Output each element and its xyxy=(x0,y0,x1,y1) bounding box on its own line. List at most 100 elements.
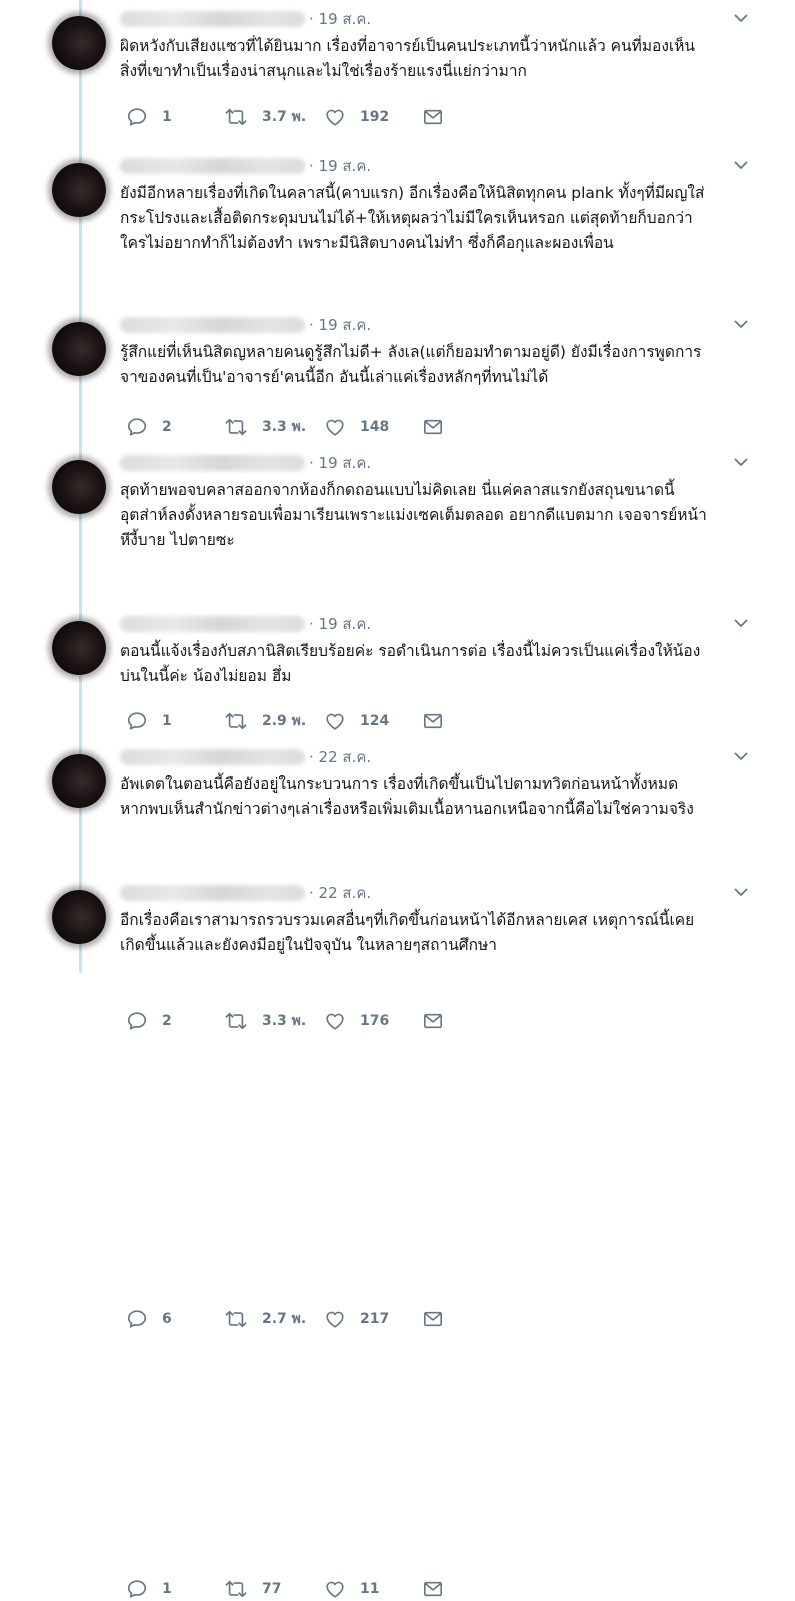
avatar[interactable] xyxy=(52,754,106,808)
like-button[interactable]: 124 xyxy=(324,710,422,732)
reply-button[interactable]: 2 xyxy=(126,1010,224,1032)
tweet-text-line: ยังมีอีกหลายเรื่องที่เกิดในคลาสนี้(คาบแร… xyxy=(120,184,705,202)
blurred-username[interactable] xyxy=(120,158,305,174)
tweet-actions: 1 2.9 พ. 124 xyxy=(126,709,444,733)
direct-message-icon xyxy=(422,1011,444,1031)
reply-count: 6 xyxy=(162,1311,172,1327)
retweet-icon xyxy=(224,106,248,128)
like-count: 192 xyxy=(360,109,390,125)
tweet-date[interactable]: · 19 ส.ค. xyxy=(309,313,371,337)
avatar[interactable] xyxy=(52,16,106,70)
avatar[interactable] xyxy=(52,322,106,376)
tweet-actions: 6 2.7 พ. 217 xyxy=(126,1307,444,1331)
avatar[interactable] xyxy=(52,163,106,217)
like-button[interactable]: 11 xyxy=(324,1578,422,1600)
chevron-down-icon[interactable] xyxy=(733,157,749,173)
heart-icon xyxy=(324,1010,346,1032)
heart-icon xyxy=(324,106,346,128)
blurred-username[interactable] xyxy=(120,455,305,471)
tweet-text-line: หีงี้บาย ไปตายซะ xyxy=(120,531,235,549)
like-button[interactable]: 192 xyxy=(324,106,422,128)
chevron-down-icon[interactable] xyxy=(733,10,749,26)
retweet-count: 77 xyxy=(262,1581,282,1597)
blurred-username[interactable] xyxy=(120,885,305,901)
chevron-down-icon[interactable] xyxy=(733,454,749,470)
reply-button[interactable]: 1 xyxy=(126,1578,224,1600)
reply-button[interactable]: 1 xyxy=(126,710,224,732)
tweet-date[interactable]: · 22 ส.ค. xyxy=(309,745,371,769)
blurred-username[interactable] xyxy=(120,317,305,333)
reply-button[interactable]: 2 xyxy=(126,416,224,438)
direct-message-icon xyxy=(422,711,444,731)
chevron-down-icon[interactable] xyxy=(733,316,749,332)
tweet-text-line: รู้สึกแย่ที่เห็นนิสิตญหลายคนดูรู้สึกไม่ด… xyxy=(120,343,702,361)
blurred-username[interactable] xyxy=(120,616,305,632)
chevron-down-icon[interactable] xyxy=(733,748,749,764)
avatar[interactable] xyxy=(52,460,106,514)
reply-count: 1 xyxy=(162,1581,172,1597)
retweet-icon xyxy=(224,1010,248,1032)
tweet-text-line: อัพเดตในตอนนี้คือยังอยู่ในกระบวนการ เรื่… xyxy=(120,775,679,793)
direct-message-button[interactable] xyxy=(422,417,444,437)
like-count: 148 xyxy=(360,419,390,435)
reply-icon xyxy=(126,416,148,438)
retweet-button[interactable]: 3.3 พ. xyxy=(224,416,324,438)
avatar[interactable] xyxy=(52,890,106,944)
reply-icon xyxy=(126,710,148,732)
direct-message-button[interactable] xyxy=(422,107,444,127)
retweet-button[interactable]: 2.7 พ. xyxy=(224,1308,324,1330)
heart-icon xyxy=(324,710,346,732)
direct-message-button[interactable] xyxy=(422,1011,444,1031)
like-count: 11 xyxy=(360,1581,380,1597)
retweet-button[interactable]: 77 xyxy=(224,1578,324,1600)
tweet-text: ตอนนี้แจ้งเรื่องกับสภานิสิตเรียบร้อยค่ะ … xyxy=(120,639,755,689)
chevron-down-icon[interactable] xyxy=(733,615,749,631)
tweet-header: · 19 ส.ค. xyxy=(120,611,371,637)
direct-message-button[interactable] xyxy=(422,711,444,731)
direct-message-icon xyxy=(422,107,444,127)
tweet-date[interactable]: · 22 ส.ค. xyxy=(309,881,371,905)
like-count: 217 xyxy=(360,1311,390,1327)
tweet-text: รู้สึกแย่ที่เห็นนิสิตญหลายคนดูรู้สึกไม่ด… xyxy=(120,340,755,390)
tweet-date[interactable]: · 19 ส.ค. xyxy=(309,7,371,31)
tweet-text-line: ผิดหวังกับเสียงแซวที่ได้ยินมาก เรื่องที่… xyxy=(120,37,696,55)
reply-icon xyxy=(126,1308,148,1330)
tweet-header: · 19 ส.ค. xyxy=(120,312,371,338)
blurred-username[interactable] xyxy=(120,749,305,765)
tweet-text-line: เกิดขึ้นแล้วและยังคงมีอยู่ในปัจจุบัน ในห… xyxy=(120,936,497,954)
like-count: 176 xyxy=(360,1013,390,1029)
retweet-count: 3.3 พ. xyxy=(262,419,307,435)
like-button[interactable]: 148 xyxy=(324,416,422,438)
retweet-button[interactable]: 2.9 พ. xyxy=(224,710,324,732)
reply-button[interactable]: 6 xyxy=(126,1308,224,1330)
tweet-text-line: หากพบเห็นสำนักข่าวต่างๆเล่าเรื่องหรือเพิ… xyxy=(120,800,694,818)
tweet-date[interactable]: · 19 ส.ค. xyxy=(309,154,371,178)
retweet-count: 2.9 พ. xyxy=(262,713,307,729)
tweet-text: อัพเดตในตอนนี้คือยังอยู่ในกระบวนการ เรื่… xyxy=(120,772,755,822)
tweet-text-line: อุตส่าห์ลงดั้งหลายรอบเพื่อมาเรียนเพราะแม… xyxy=(120,506,707,524)
retweet-button[interactable]: 3.7 พ. xyxy=(224,106,324,128)
tweet-date[interactable]: · 19 ส.ค. xyxy=(309,451,371,475)
tweet-text-line: อีกเรื่องคือเราสามารถรวบรวมเคสอื่นๆที่เก… xyxy=(120,911,695,929)
retweet-count: 2.7 พ. xyxy=(262,1311,307,1327)
retweet-button[interactable]: 3.3 พ. xyxy=(224,1010,324,1032)
tweet-actions: 2 3.3 พ. 148 xyxy=(126,415,444,439)
direct-message-button[interactable] xyxy=(422,1579,444,1599)
direct-message-button[interactable] xyxy=(422,1309,444,1329)
reply-icon xyxy=(126,106,148,128)
reply-count: 1 xyxy=(162,109,172,125)
like-button[interactable]: 217 xyxy=(324,1308,422,1330)
tweet-actions: 2 3.3 พ. 176 xyxy=(126,1009,444,1033)
tweet-header: · 22 ส.ค. xyxy=(120,744,371,770)
blurred-username[interactable] xyxy=(120,11,305,27)
tweet-text-line: จาของคนที่เป็น'อาจารย์'คนนี้อีก อันนี้เล… xyxy=(120,368,549,386)
chevron-down-icon[interactable] xyxy=(733,884,749,900)
avatar[interactable] xyxy=(52,621,106,675)
reply-button[interactable]: 1 xyxy=(126,106,224,128)
direct-message-icon xyxy=(422,417,444,437)
tweet-date[interactable]: · 19 ส.ค. xyxy=(309,612,371,636)
tweet-actions: 1 77 11 xyxy=(126,1577,444,1601)
tweet-text: สุดท้ายพอจบคลาสออกจากห้องก็กดถอนแบบไม่คิ… xyxy=(120,478,755,553)
tweet-text: ผิดหวังกับเสียงแซวที่ได้ยินมาก เรื่องที่… xyxy=(120,34,755,84)
like-button[interactable]: 176 xyxy=(324,1010,422,1032)
